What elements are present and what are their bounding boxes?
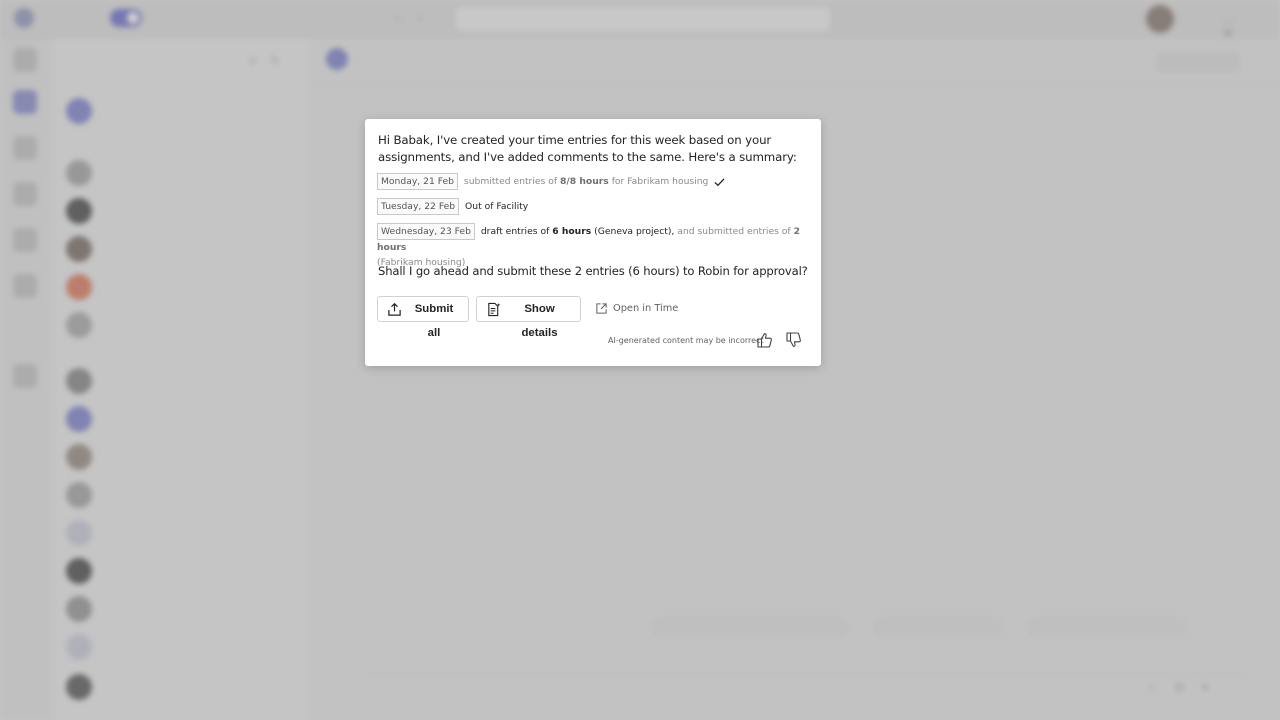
entry-project: for Fabrikam housing [611, 176, 709, 187]
upload-icon [388, 302, 401, 316]
entry-hours: 6 hours [552, 226, 592, 237]
date-chip: Monday, 21 Feb [377, 173, 458, 190]
thumbs-down-icon[interactable] [785, 331, 803, 349]
entry-project: (Geneva project), [594, 226, 675, 237]
entry-row-wednesday: Wednesday, 23 Feb draft entries of 6 hou… [377, 223, 813, 270]
open-in-time-link[interactable]: Open in Time [595, 301, 678, 316]
card-intro-text: Hi Babak, I've created your time entries… [378, 133, 797, 164]
date-chip: Wednesday, 23 Feb [377, 223, 475, 240]
submit-all-label: Submit all [414, 303, 454, 339]
entry-text: Out of Facility [465, 201, 529, 212]
entry-text: draft entries of [480, 226, 550, 237]
date-chip: Tuesday, 22 Feb [377, 198, 460, 215]
show-details-label: Show details [521, 303, 558, 339]
entry-hours: 8/8 hours [560, 176, 609, 187]
entry-row-tuesday: Tuesday, 22 Feb Out of Facility [377, 198, 813, 215]
open-in-time-label: Open in Time [613, 303, 679, 314]
entry-row-monday: Monday, 21 Feb submitted entries of 8/8 … [377, 173, 813, 190]
entry-text: submitted entries of [463, 176, 558, 187]
entry-text: and submitted entries of [677, 226, 791, 237]
ai-disclaimer: AI-generated content may be incorrect [608, 336, 764, 345]
copilot-time-entry-card: Hi Babak, I've created your time entries… [365, 119, 821, 366]
thumbs-up-icon[interactable] [756, 331, 774, 349]
submit-all-button[interactable]: Submit all [377, 296, 469, 339]
check-icon [714, 177, 725, 186]
document-sparkle-icon [488, 302, 501, 317]
open-external-icon [596, 303, 607, 314]
approval-question: Shall I go ahead and submit these 2 entr… [378, 264, 808, 278]
show-details-button[interactable]: Show details [476, 296, 581, 339]
